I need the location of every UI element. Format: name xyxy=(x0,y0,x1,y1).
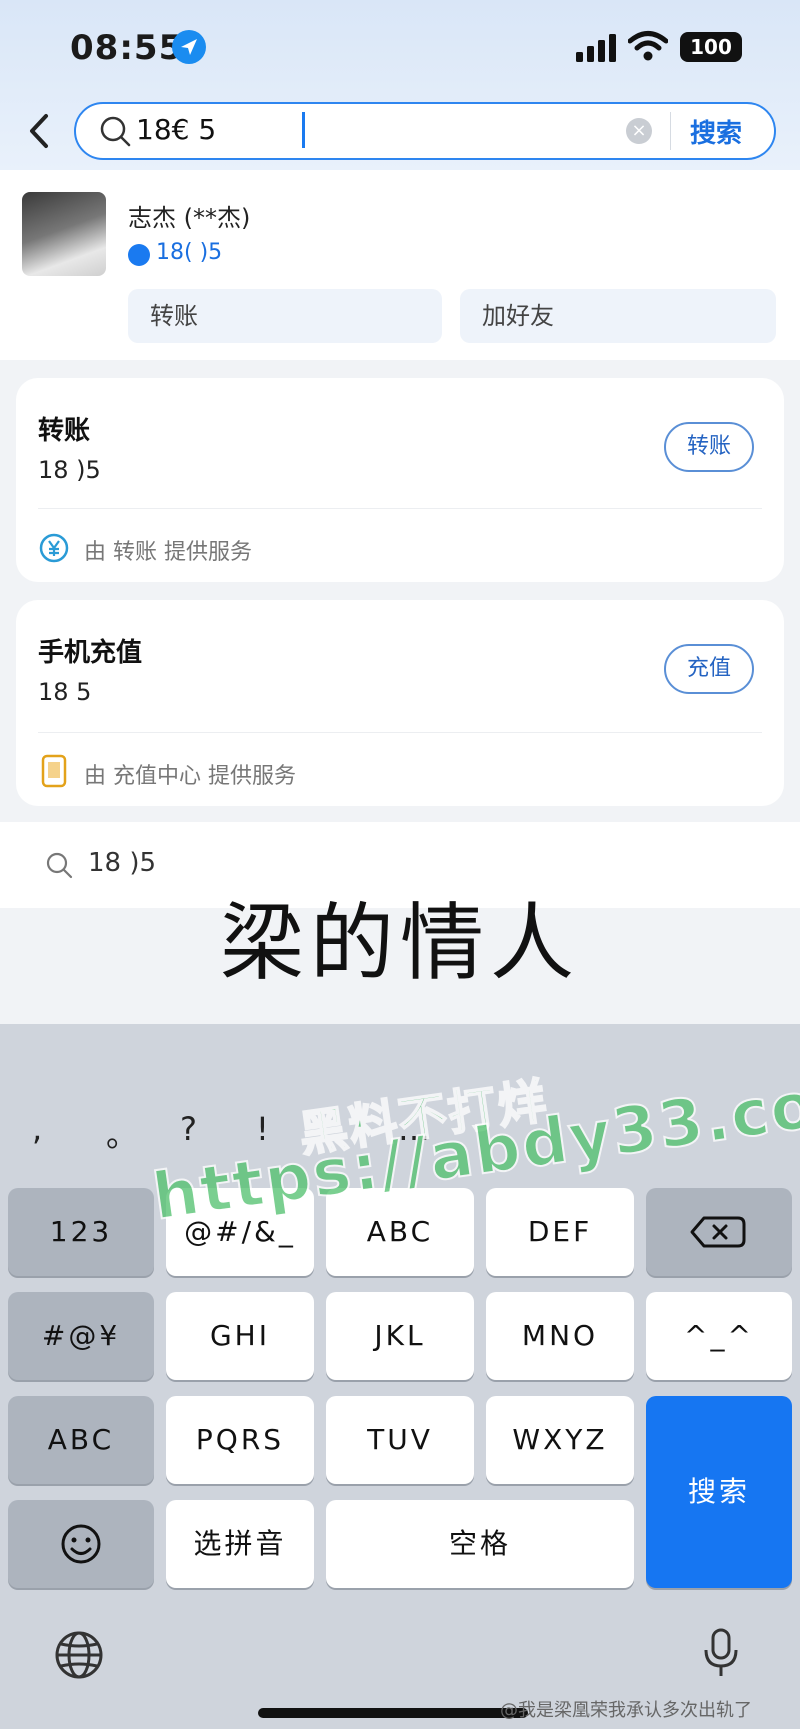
search-enter-key[interactable]: 搜索 xyxy=(646,1396,792,1588)
location-arrow-icon xyxy=(172,30,206,64)
back-button[interactable] xyxy=(20,106,60,156)
key-wxyz[interactable]: WXYZ xyxy=(486,1396,634,1484)
key-symbol-mode[interactable]: #@¥ xyxy=(8,1292,154,1380)
search-button[interactable]: 搜索 xyxy=(690,113,742,150)
transfer-button[interactable]: 转账 xyxy=(664,422,754,472)
key-pqrs[interactable]: PQRS xyxy=(166,1396,314,1484)
search-divider xyxy=(670,112,671,150)
overlay-caption: 梁的情人 xyxy=(219,894,580,992)
key-ghi[interactable]: GHI xyxy=(166,1292,314,1380)
key-emoticon[interactable]: ^_^ xyxy=(646,1292,792,1380)
home-indicator xyxy=(258,1708,528,1718)
provider-text: 由 充值中心 提供服务 xyxy=(84,764,296,789)
microphone-icon[interactable] xyxy=(694,1626,748,1680)
battery-indicator: 100 xyxy=(680,32,742,62)
key-numbers[interactable]: 123 xyxy=(8,1188,154,1276)
globe-icon[interactable] xyxy=(52,1628,106,1682)
key-tuv[interactable]: TUV xyxy=(326,1396,474,1484)
transfer-action-button[interactable]: 转账 xyxy=(128,289,442,343)
card-number: 18 5 xyxy=(38,678,92,706)
contact-name: 志杰 (**杰) xyxy=(128,204,251,232)
key-abc-mode[interactable]: ABC xyxy=(8,1396,154,1484)
backspace-button[interactable] xyxy=(646,1188,792,1276)
account-badge-icon xyxy=(128,244,150,266)
key-pinyin-select[interactable]: 选拼音 xyxy=(166,1500,314,1588)
punct-key[interactable]: , xyxy=(32,1110,42,1148)
clear-icon[interactable]: × xyxy=(626,118,652,144)
punct-key[interactable]: ! xyxy=(256,1110,269,1148)
status-time: 08:55 xyxy=(70,28,184,68)
card-title: 手机充值 xyxy=(38,638,143,668)
yuan-icon xyxy=(39,533,69,563)
card-title: 转账 xyxy=(38,416,91,446)
key-mno[interactable]: MNO xyxy=(486,1292,634,1380)
topup-button[interactable]: 充值 xyxy=(664,644,754,694)
card-divider xyxy=(38,732,762,733)
provider-text: 由 转账 提供服务 xyxy=(84,540,252,565)
avatar[interactable] xyxy=(22,192,106,276)
add-friend-button[interactable]: 加好友 xyxy=(460,289,776,343)
punct-key[interactable]: ? xyxy=(180,1110,197,1148)
card-number: 18 )5 xyxy=(38,456,101,484)
emoji-icon xyxy=(61,1524,101,1564)
punct-key[interactable]: 。 xyxy=(106,1110,138,1156)
space-key[interactable]: 空格 xyxy=(326,1500,634,1588)
search-query-text: 18€ 5 xyxy=(136,113,217,146)
search-icon xyxy=(100,116,131,147)
card-divider xyxy=(38,508,762,509)
backspace-icon xyxy=(690,1216,746,1248)
text-caret xyxy=(302,112,305,148)
key-def[interactable]: DEF xyxy=(486,1188,634,1276)
key-jkl[interactable]: JKL xyxy=(326,1292,474,1380)
suggestion-text: 18 )5 xyxy=(88,848,157,878)
phone-icon xyxy=(41,754,67,788)
footer-credit: @我是梁凰荣我承认多次出轨了 xyxy=(500,1700,752,1721)
contact-phone: 18( )5 xyxy=(156,240,223,265)
wifi-icon xyxy=(628,31,668,61)
emoji-key[interactable] xyxy=(8,1500,154,1588)
cellular-signal-icon xyxy=(576,34,616,62)
